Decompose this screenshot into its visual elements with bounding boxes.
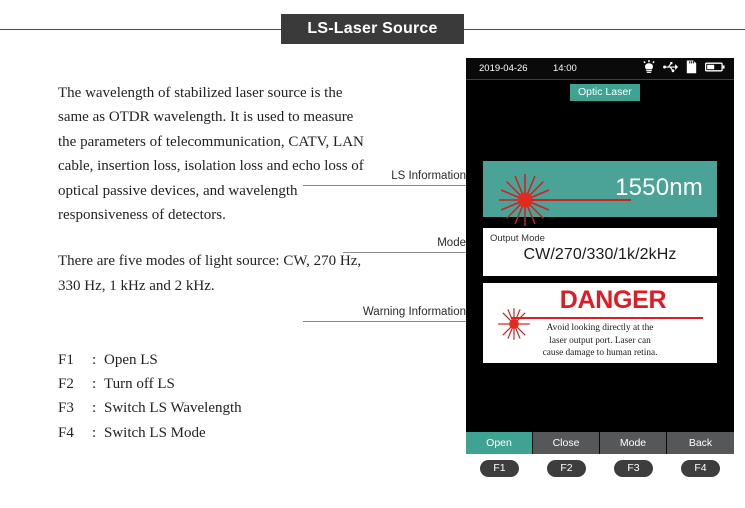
tab-bar: Optic Laser: [466, 80, 734, 102]
function-key-row: F1 : Open LS: [58, 348, 370, 372]
article-paragraph-2: There are five modes of light source: CW…: [58, 253, 362, 294]
softkey-close[interactable]: Close: [533, 432, 600, 454]
callout-warning-information: Warning Information: [303, 306, 466, 322]
status-time: 14:00: [553, 63, 577, 74]
function-key-name: F1: [58, 352, 74, 368]
article-paragraph-1: The wavelength of stabilized laser sourc…: [58, 85, 364, 224]
page-title: LS-Laser Source: [281, 13, 464, 45]
function-key-row: F3 : Switch LS Wavelength: [58, 396, 370, 420]
title-rule-right: [463, 28, 745, 30]
fkey-row: F1 F2 F3 F4: [466, 459, 734, 478]
output-mode-value: CW/270/330/1k/2kHz: [523, 246, 677, 263]
status-date: 2019-04-26: [479, 63, 528, 74]
function-key-row: F4 : Switch LS Mode: [58, 421, 370, 445]
softkey-open[interactable]: Open: [466, 432, 533, 454]
danger-title: DANGER: [559, 286, 667, 314]
status-bar: 2019-04-26 14:00: [466, 58, 734, 80]
fkey-f2[interactable]: F2: [547, 459, 586, 478]
tab-optic-laser[interactable]: Optic Laser: [570, 84, 640, 102]
output-mode-label: Output Mode: [490, 233, 545, 244]
sdcard-icon: [686, 60, 697, 74]
function-key-name: F4: [58, 424, 74, 441]
article-text: The wavelength of stabilized laser sourc…: [58, 81, 370, 298]
function-key-label: Turn off LS: [104, 376, 175, 393]
function-key-separator: :: [92, 424, 97, 441]
usb-icon: [663, 60, 678, 74]
callout-ls-information: LS Information: [303, 170, 466, 186]
softkey-bar: Open Close Mode Back: [466, 432, 734, 454]
page-title-row: LS-Laser Source: [0, 13, 745, 45]
function-key-row: F2 : Turn off LS: [58, 372, 370, 396]
warning-line-3: cause damage to human retina.: [542, 348, 658, 359]
warning-line-1: Avoid looking directly at the: [546, 323, 654, 333]
warning-panel: DANGER Avoid looking directly at the las…: [483, 283, 717, 363]
function-key-separator: :: [92, 400, 97, 417]
fkey-f1[interactable]: F1: [480, 459, 519, 478]
warning-text: Avoid looking directly at the laser outp…: [493, 322, 707, 360]
fkey-slot: F3: [600, 459, 667, 478]
function-key-name: F3: [58, 400, 74, 417]
title-rule-left: [0, 28, 282, 30]
function-key-label: Switch LS Mode: [104, 424, 206, 441]
laser-burst-icon: [497, 172, 553, 233]
output-mode-panel: Output Mode CW/270/330/1k/2kHz: [483, 228, 717, 276]
function-key-separator: :: [92, 352, 97, 368]
battery-icon: [705, 60, 725, 74]
fkey-f4[interactable]: F4: [681, 459, 720, 478]
lamp-icon: [643, 60, 655, 74]
fkey-slot: F1: [466, 459, 533, 478]
wavelength-value: 1550nm: [615, 174, 703, 201]
function-key-label: Switch LS Wavelength: [104, 400, 242, 417]
softkey-back[interactable]: Back: [667, 432, 734, 454]
function-key-separator: :: [92, 376, 97, 393]
fkey-slot: F2: [533, 459, 600, 478]
status-icon-group: [643, 60, 725, 74]
danger-divider: [511, 317, 703, 319]
ls-information-panel: 1550nm: [483, 161, 717, 226]
warning-line-2: laser output port. Laser can: [549, 335, 651, 346]
device-screen: 2019-04-26 14:00 Optic Laser 1550nm Outp…: [466, 58, 734, 454]
function-key-label: Open LS: [104, 352, 158, 368]
fkey-slot: F4: [667, 459, 734, 478]
callout-mode: Mode: [343, 237, 466, 253]
function-key-name: F2: [58, 376, 74, 393]
fkey-f3[interactable]: F3: [614, 459, 653, 478]
softkey-mode[interactable]: Mode: [600, 432, 667, 454]
function-key-list: F1 : Open LS F2 : Turn off LS F3 : Switc…: [58, 348, 370, 445]
